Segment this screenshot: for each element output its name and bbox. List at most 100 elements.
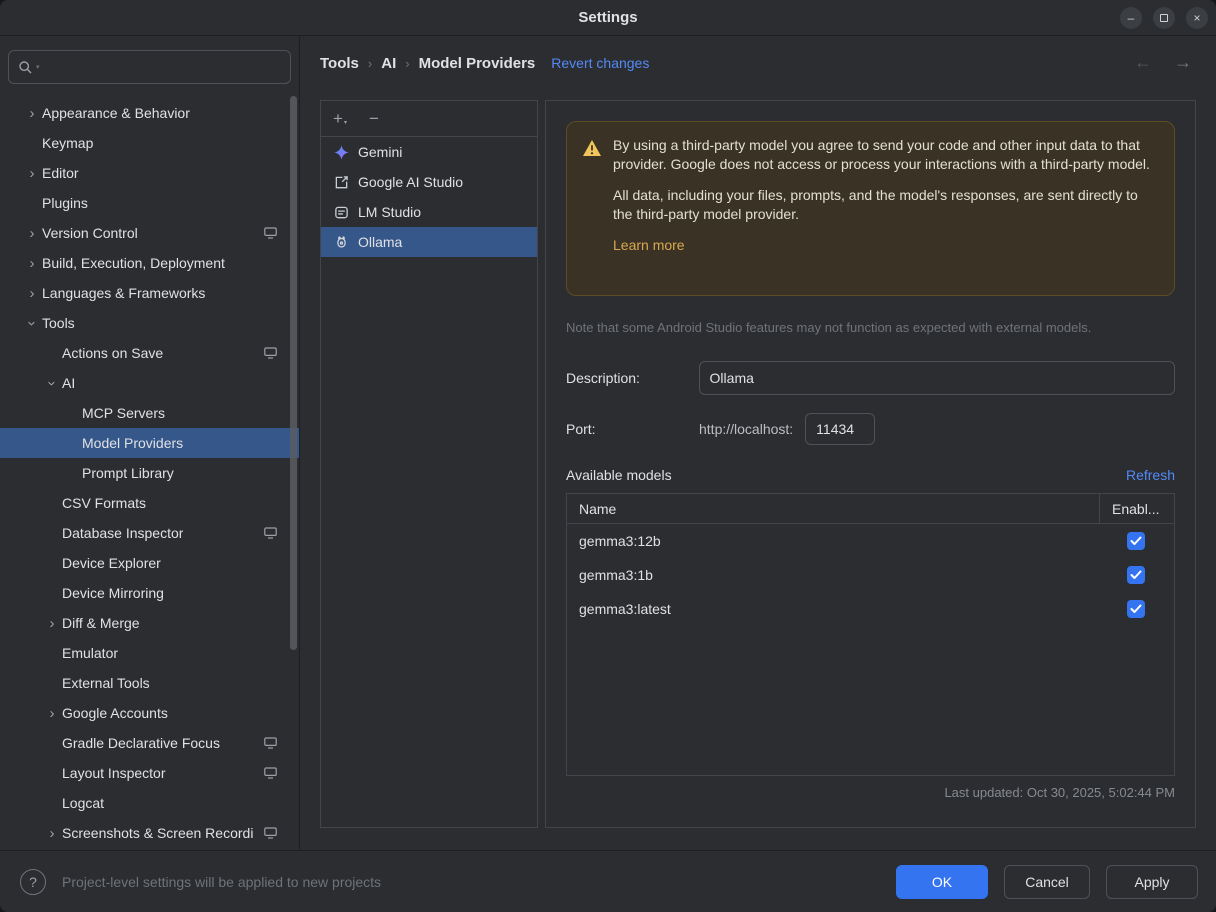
sidebar-item-screenshots-screen-recordi[interactable]: ›Screenshots & Screen Recordi bbox=[0, 818, 299, 848]
help-icon: ? bbox=[29, 874, 37, 890]
sidebar-item-database-inspector[interactable]: Database Inspector bbox=[0, 518, 299, 548]
remove-icon: − bbox=[369, 110, 379, 127]
cancel-button[interactable]: Cancel bbox=[1004, 865, 1090, 899]
chevron-down-icon[interactable]: › bbox=[25, 313, 40, 333]
breadcrumb-item-model-providers[interactable]: Model Providers bbox=[419, 55, 536, 72]
sidebar-item-prompt-library[interactable]: Prompt Library bbox=[0, 458, 299, 488]
sidebar-item-build-execution-deployment[interactable]: ›Build, Execution, Deployment bbox=[0, 248, 299, 278]
sidebar-item-external-tools[interactable]: External Tools bbox=[0, 668, 299, 698]
sidebar-item-keymap[interactable]: Keymap bbox=[0, 128, 299, 158]
footer-hint-text: Project-level settings will be applied t… bbox=[62, 874, 896, 890]
sidebar-item-label: Google Accounts bbox=[62, 705, 168, 721]
close-button[interactable]: × bbox=[1186, 7, 1208, 29]
sidebar-item-csv-formats[interactable]: CSV Formats bbox=[0, 488, 299, 518]
chevron-right-icon[interactable]: › bbox=[22, 166, 42, 181]
port-field[interactable] bbox=[805, 413, 875, 445]
remove-provider-button[interactable]: − bbox=[369, 110, 379, 127]
sidebar-item-emulator[interactable]: Emulator bbox=[0, 638, 299, 668]
forward-arrow-icon[interactable]: → bbox=[1174, 52, 1192, 73]
sidebar-item-mcp-servers[interactable]: MCP Servers bbox=[0, 398, 299, 428]
search-dropdown-caret[interactable]: ▾ bbox=[36, 63, 40, 71]
ok-button[interactable]: OK bbox=[896, 865, 988, 899]
chevron-down-icon[interactable]: › bbox=[45, 373, 60, 393]
sidebar-item-device-explorer[interactable]: Device Explorer bbox=[0, 548, 299, 578]
model-row-gemma3-1b[interactable]: gemma3:1b bbox=[567, 558, 1174, 592]
available-models-label: Available models bbox=[566, 467, 672, 483]
chevron-right-icon[interactable]: › bbox=[42, 826, 62, 841]
providers-list: GeminiGoogle AI Studio LM Studio Ollama bbox=[321, 137, 537, 257]
sidebar-item-label: CSV Formats bbox=[62, 495, 146, 511]
sidebar-item-label: Device Explorer bbox=[62, 555, 161, 571]
chevron-right-icon[interactable]: › bbox=[22, 256, 42, 271]
sidebar-item-appearance-behavior[interactable]: ›Appearance & Behavior bbox=[0, 98, 299, 128]
sidebar-item-ai[interactable]: ›AI bbox=[0, 368, 299, 398]
maximize-button[interactable] bbox=[1153, 7, 1175, 29]
sidebar-item-google-accounts[interactable]: ›Google Accounts bbox=[0, 698, 299, 728]
sidebar-item-diff-merge[interactable]: ›Diff & Merge bbox=[0, 608, 299, 638]
sidebar-item-actions-on-save[interactable]: Actions on Save bbox=[0, 338, 299, 368]
screen-settings-badge-icon bbox=[264, 767, 277, 779]
provider-item-ollama[interactable]: Ollama bbox=[321, 227, 537, 257]
model-enabled-cell bbox=[1100, 532, 1174, 550]
sidebar-item-model-providers[interactable]: Model Providers bbox=[0, 428, 299, 458]
chevron-right-icon[interactable]: › bbox=[22, 286, 42, 301]
sidebar-item-gradle-declarative-focus[interactable]: Gradle Declarative Focus bbox=[0, 728, 299, 758]
breadcrumb-item-tools[interactable]: Tools bbox=[320, 55, 359, 72]
model-row-gemma3-12b[interactable]: gemma3:12b bbox=[567, 524, 1174, 558]
help-button[interactable]: ? bbox=[20, 869, 46, 895]
provider-item-label: LM Studio bbox=[358, 204, 421, 220]
provider-item-lm-studio[interactable]: LM Studio bbox=[321, 197, 537, 227]
model-enabled-checkbox[interactable] bbox=[1127, 566, 1145, 584]
add-provider-button[interactable]: +▾ bbox=[333, 110, 347, 127]
description-field[interactable] bbox=[699, 361, 1175, 395]
model-enabled-checkbox[interactable] bbox=[1127, 600, 1145, 618]
settings-sidebar: ▾ ›Appearance & BehaviorKeymap›EditorPlu… bbox=[0, 36, 300, 850]
sidebar-item-plugins[interactable]: Plugins bbox=[0, 188, 299, 218]
learn-more-link[interactable]: Learn more bbox=[613, 237, 685, 253]
sidebar-item-label: AI bbox=[62, 375, 75, 391]
settings-search[interactable]: ▾ bbox=[8, 50, 291, 84]
minimize-button[interactable]: – bbox=[1120, 7, 1142, 29]
sidebar-item-device-mirroring[interactable]: Device Mirroring bbox=[0, 578, 299, 608]
chevron-right-icon[interactable]: › bbox=[22, 106, 42, 121]
back-arrow-icon[interactable]: ← bbox=[1134, 52, 1152, 73]
sidebar-item-languages-frameworks[interactable]: ›Languages & Frameworks bbox=[0, 278, 299, 308]
sidebar-item-version-control[interactable]: ›Version Control bbox=[0, 218, 299, 248]
sidebar-item-tools[interactable]: ›Tools bbox=[0, 308, 299, 338]
description-row: Description: bbox=[566, 361, 1175, 395]
warning-paragraph-2: All data, including your files, prompts,… bbox=[613, 186, 1154, 224]
sidebar-item-label: Version Control bbox=[42, 225, 138, 241]
provider-details-panel: By using a third-party model you agree t… bbox=[545, 100, 1196, 828]
sidebar-scrollbar[interactable] bbox=[290, 96, 297, 650]
port-label: Port: bbox=[566, 421, 699, 437]
chevron-right-icon[interactable]: › bbox=[42, 616, 62, 631]
add-icon: + bbox=[333, 110, 343, 127]
chevron-right-icon[interactable]: › bbox=[42, 706, 62, 721]
sidebar-item-label: Languages & Frameworks bbox=[42, 285, 205, 301]
sidebar-item-logcat[interactable]: Logcat bbox=[0, 788, 299, 818]
model-row-gemma3-latest[interactable]: gemma3:latest bbox=[567, 592, 1174, 626]
chevron-right-icon[interactable]: › bbox=[22, 226, 42, 241]
apply-button[interactable]: Apply bbox=[1106, 865, 1198, 899]
model-enabled-checkbox[interactable] bbox=[1127, 532, 1145, 550]
refresh-link[interactable]: Refresh bbox=[1126, 467, 1175, 483]
sidebar-item-label: Editor bbox=[42, 165, 79, 181]
available-models-row: Available models Refresh bbox=[566, 467, 1175, 483]
sidebar-item-editor[interactable]: ›Editor bbox=[0, 158, 299, 188]
model-enabled-cell bbox=[1100, 566, 1174, 584]
sidebar-item-label: External Tools bbox=[62, 675, 150, 691]
sidebar-item-label: Tools bbox=[42, 315, 75, 331]
breadcrumb-separator: › bbox=[405, 56, 409, 71]
revert-changes-link[interactable]: Revert changes bbox=[551, 55, 649, 71]
settings-content: Tools›AI›Model Providers Revert changes … bbox=[300, 36, 1216, 850]
sidebar-item-label: Appearance & Behavior bbox=[42, 105, 190, 121]
breadcrumb-item-ai[interactable]: AI bbox=[381, 55, 396, 72]
provider-item-gemini[interactable]: Gemini bbox=[321, 137, 537, 167]
provider-item-google-ai-studio[interactable]: Google AI Studio bbox=[321, 167, 537, 197]
model-name: gemma3:latest bbox=[567, 601, 1100, 617]
column-header-enabled: Enabl... bbox=[1100, 494, 1174, 523]
search-input[interactable] bbox=[43, 59, 281, 75]
external-models-note: Note that some Android Studio features m… bbox=[566, 320, 1175, 335]
sidebar-item-layout-inspector[interactable]: Layout Inspector bbox=[0, 758, 299, 788]
screen-settings-badge-icon bbox=[264, 827, 277, 839]
